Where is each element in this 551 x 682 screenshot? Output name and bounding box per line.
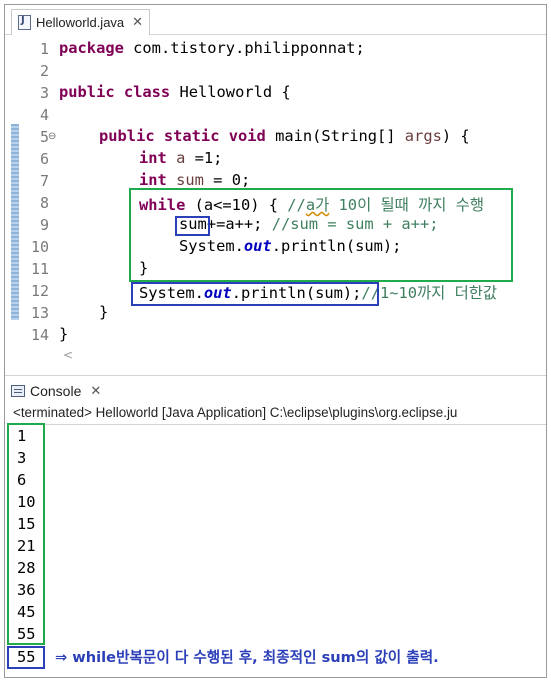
- tab-helloworld-java[interactable]: Helloworld.java ✕: [11, 9, 151, 35]
- line-number: 14: [30, 326, 49, 344]
- code-line-1: package com.tistory.philipponnat;: [59, 39, 365, 57]
- console-tab-bar: Console ✕: [5, 375, 546, 403]
- line-number: 3: [39, 84, 49, 102]
- keyword: public static void: [99, 127, 266, 145]
- code-line-14: }: [59, 325, 69, 343]
- variable: a: [166, 149, 186, 167]
- line-number: 2: [39, 62, 49, 80]
- code-text: =1;: [185, 149, 223, 167]
- code-text: = 0;: [203, 171, 251, 189]
- line-number: 4: [39, 106, 49, 124]
- sum-variable-highlight: [175, 216, 210, 236]
- code-editor[interactable]: 1 2 3 4 5 6 7 8 9 10 11 12 13 14 ⊖ packa…: [5, 36, 546, 362]
- line-number: 13: [30, 304, 49, 322]
- annotation-note: ⇒ while반복문이 다 수행된 후, 최종적인 sum의 값이 출력.: [55, 649, 439, 666]
- line-number: 12: [30, 282, 49, 300]
- console-status: <terminated> Helloworld [Java Applicatio…: [13, 403, 546, 425]
- tab-console[interactable]: Console ✕: [11, 378, 101, 404]
- console-icon: [11, 385, 25, 397]
- editor-tab-bar: Helloworld.java ✕: [5, 5, 546, 35]
- line-number: 8: [39, 194, 49, 212]
- keyword: package: [59, 39, 124, 57]
- keyword: public class: [59, 83, 171, 101]
- code-line-7: int sum = 0;: [139, 171, 250, 189]
- java-file-icon: [18, 15, 31, 30]
- code-text: ) {: [441, 127, 470, 145]
- tab-label: Helloworld.java: [36, 15, 125, 30]
- chevron-left-icon[interactable]: <: [63, 348, 73, 362]
- screenshot-frame: Helloworld.java ✕ 1 2 3 4 5 6 7 8 9 10 1…: [4, 4, 547, 678]
- code-line-3: public class Helloworld {: [59, 83, 291, 101]
- code-text: main(String[]: [265, 127, 405, 145]
- console-tab-label: Console: [30, 383, 82, 399]
- variable: sum: [166, 171, 204, 189]
- line-number: 10: [30, 238, 49, 256]
- line-number: 1: [39, 40, 49, 58]
- code-line-6: int a =1;: [139, 149, 222, 167]
- loop-output-highlight: [7, 423, 45, 645]
- comment: //1~10까지 더한값: [361, 284, 498, 302]
- parameter: args: [404, 127, 442, 145]
- code-text: Helloworld {: [170, 83, 291, 101]
- code-line-13: }: [99, 303, 109, 321]
- keyword: int: [139, 149, 167, 167]
- horizontal-scrollbar[interactable]: <: [45, 348, 545, 366]
- code-line-5: public static void main(String[] args) {: [99, 127, 470, 145]
- close-icon[interactable]: ✕: [90, 384, 101, 399]
- line-number: 11: [30, 260, 49, 278]
- fold-collapse-icon[interactable]: ⊖: [48, 131, 56, 142]
- line-number: 7: [39, 172, 49, 190]
- close-icon[interactable]: ✕: [132, 15, 143, 30]
- line-number: 9: [39, 216, 49, 234]
- code-text: com.tistory.philipponnat;: [123, 39, 365, 57]
- final-output-highlight: [7, 646, 45, 669]
- println-highlight: [131, 282, 379, 306]
- line-number: 5: [39, 128, 49, 146]
- keyword: int: [139, 171, 167, 189]
- line-number: 6: [39, 150, 49, 168]
